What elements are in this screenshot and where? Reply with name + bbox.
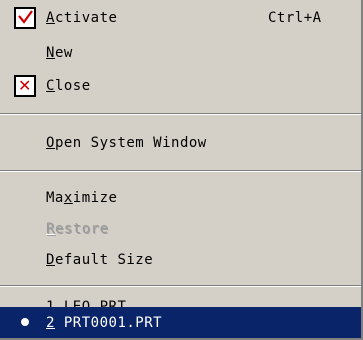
menu-item-label: Default Size: [46, 251, 154, 268]
menu-item-label: Maximize: [46, 189, 118, 206]
menu-item-new[interactable]: New: [0, 37, 361, 68]
menu-item-close[interactable]: ✕ Close: [0, 70, 361, 101]
activate-checkbox-icon: [14, 7, 36, 29]
menu-separator: [0, 170, 361, 172]
menu-item-recent-prt0001-prt[interactable]: 2 PRT0001.PRT: [0, 307, 361, 338]
close-x-icon: ✕: [14, 75, 36, 97]
menu-item-restore: Restore: [0, 213, 361, 244]
menu-item-label: New: [46, 44, 73, 61]
menu-item-label: Close: [46, 77, 91, 94]
menu-separator: [0, 285, 361, 287]
menu-item-open-system-window[interactable]: Open System Window: [0, 127, 361, 158]
menu-item-label: 2 PRT0001.PRT: [46, 314, 163, 331]
window-menu: Activate Ctrl+A New ✕ Close Open System …: [0, 0, 363, 340]
menu-item-activate[interactable]: Activate Ctrl+A: [0, 2, 361, 33]
radio-bullet-icon: [21, 318, 29, 326]
shortcut-label: Ctrl+A: [268, 9, 322, 26]
menu-item-default-size[interactable]: Default Size: [0, 244, 361, 275]
menu-separator: [0, 113, 361, 115]
menu-item-maximize[interactable]: Maximize: [0, 182, 361, 213]
menu-item-label: Restore: [46, 220, 109, 237]
menu-item-label: Activate: [46, 9, 118, 26]
menu-item-label: Open System Window: [46, 134, 207, 151]
